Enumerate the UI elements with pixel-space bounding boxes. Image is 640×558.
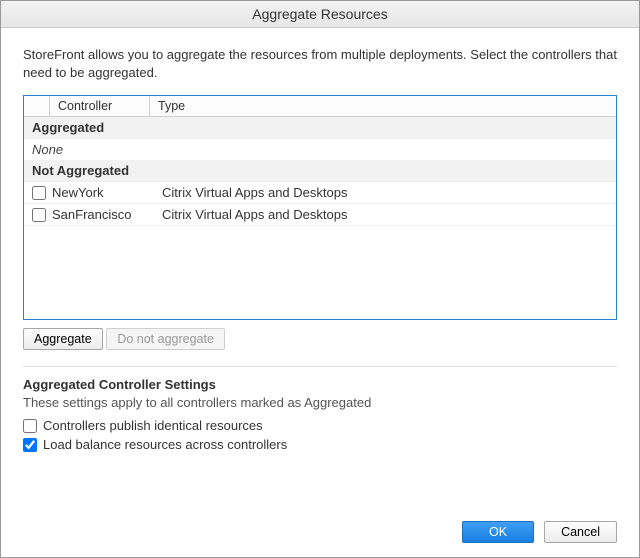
- identical-resources-row[interactable]: Controllers publish identical resources: [23, 418, 617, 433]
- settings-subtitle: These settings apply to all controllers …: [23, 395, 617, 410]
- identical-resources-label: Controllers publish identical resources: [43, 418, 263, 433]
- cancel-button[interactable]: Cancel: [544, 521, 617, 543]
- load-balance-label: Load balance resources across controller…: [43, 437, 287, 452]
- row-type: Citrix Virtual Apps and Desktops: [150, 185, 612, 200]
- dialog-footer: OK Cancel: [23, 507, 617, 543]
- ok-button[interactable]: OK: [462, 521, 534, 543]
- row-checkbox-wrap: [28, 208, 50, 222]
- row-type: Citrix Virtual Apps and Desktops: [150, 207, 612, 222]
- controllers-table: Controller Type Aggregated None Not Aggr…: [23, 95, 617, 320]
- dialog-title: Aggregate Resources: [1, 1, 639, 28]
- settings-title: Aggregated Controller Settings: [23, 377, 617, 392]
- row-checkbox[interactable]: [32, 186, 46, 200]
- table-header-controller: Controller: [50, 96, 150, 116]
- aggregated-none: None: [24, 139, 616, 160]
- table-row[interactable]: SanFrancisco Citrix Virtual Apps and Des…: [24, 204, 616, 226]
- row-checkbox[interactable]: [32, 208, 46, 222]
- table-header-row: Controller Type: [24, 96, 616, 117]
- row-checkbox-wrap: [28, 186, 50, 200]
- table-header-checkbox: [24, 96, 50, 116]
- not-aggregated-section-header: Not Aggregated: [24, 160, 616, 182]
- table-header-type: Type: [150, 96, 616, 116]
- identical-resources-checkbox[interactable]: [23, 419, 37, 433]
- action-button-row: Aggregate Do not aggregate: [23, 328, 617, 350]
- aggregate-button[interactable]: Aggregate: [23, 328, 103, 350]
- row-controller: NewYork: [50, 185, 150, 200]
- dialog-window: Aggregate Resources StoreFront allows yo…: [0, 0, 640, 558]
- separator: [23, 366, 617, 367]
- aggregated-section-header: Aggregated: [24, 117, 616, 139]
- dialog-content: StoreFront allows you to aggregate the r…: [1, 28, 639, 557]
- row-controller: SanFrancisco: [50, 207, 150, 222]
- load-balance-checkbox[interactable]: [23, 438, 37, 452]
- load-balance-row[interactable]: Load balance resources across controller…: [23, 437, 617, 452]
- dialog-description: StoreFront allows you to aggregate the r…: [23, 46, 617, 81]
- table-row[interactable]: NewYork Citrix Virtual Apps and Desktops: [24, 182, 616, 204]
- do-not-aggregate-button: Do not aggregate: [106, 328, 225, 350]
